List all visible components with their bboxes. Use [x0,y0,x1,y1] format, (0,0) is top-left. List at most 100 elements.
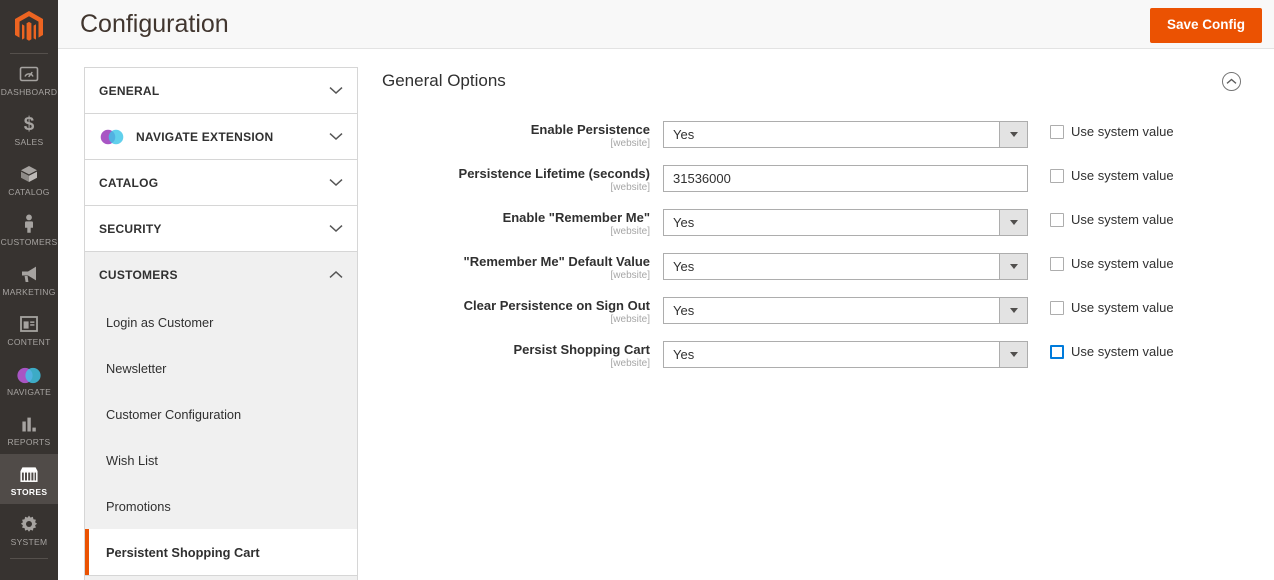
field-label: Persist Shopping Cart [website] [382,341,663,370]
sidebar-item-extensions[interactable] [0,563,58,580]
select-value: Yes [673,215,695,230]
page-title: Configuration [80,9,229,38]
sidebar-item-reports[interactable]: REPORTS [0,404,58,454]
field-control: Yes [663,209,1028,236]
field-row-remember-me-default-value: "Remember Me" Default Value [website] Ye… [382,253,1262,281]
use-system-value-persist-shopping-cart[interactable]: Use system value [1050,341,1174,359]
config-section-security: SECURITY [85,206,357,252]
navigate-extension-icon [99,129,125,145]
use-system-value-enable-persistence[interactable]: Use system value [1050,121,1174,139]
sidebar-item-label: SALES [14,137,44,147]
use-system-value-checkbox[interactable] [1050,300,1064,315]
field-control: Yes [663,253,1028,280]
select-value: Yes [673,259,695,274]
sidebar-item-marketing[interactable]: MARKETING [0,254,58,304]
field-row-enable-remember-me: Enable "Remember Me" [website] Yes Use s… [382,209,1262,237]
use-system-value-persistence-lifetime[interactable]: Use system value [1050,165,1174,183]
marketing-icon [19,263,40,284]
config-submenu: Login as Customer Newsletter Customer Co… [85,297,357,575]
submenu-item-login-as-customer[interactable]: Login as Customer [85,299,357,345]
config-section-header[interactable]: CATALOG [85,160,357,205]
page-body: GENERAL NAVIGATE EXTENSION CATALOG SECUR… [58,49,1274,580]
use-system-value-checkbox[interactable] [1050,256,1064,271]
sidebar-item-customers[interactable]: CUSTOMERS [0,204,58,254]
use-system-value-label: Use system value [1071,300,1174,315]
field-scope: [website] [610,358,650,369]
sidebar-item-system[interactable]: SYSTEM [0,504,58,554]
config-section-navigate-extension: NAVIGATE EXTENSION [85,114,357,160]
magento-logo[interactable] [0,0,58,54]
field-label: Enable "Remember Me" [website] [382,209,663,238]
submenu-item-customer-configuration[interactable]: Customer Configuration [85,391,357,437]
sidebar-divider [10,558,48,559]
sidebar-item-label: NAVIGATE [6,387,52,397]
main-area: Configuration Save Config GENERAL NAVIGA… [58,0,1274,580]
catalog-icon [19,163,39,184]
sidebar-item-navigate[interactable]: NAVIGATE [0,354,58,404]
persistence-lifetime-input[interactable] [663,165,1028,192]
use-system-value-enable-remember-me[interactable]: Use system value [1050,209,1174,227]
config-section-title: CUSTOMERS [99,267,178,282]
sidebar-item-dashboard[interactable]: DASHBOARD [0,54,58,104]
sidebar-item-label: CONTENT [7,337,51,347]
page-header: Configuration Save Config [58,0,1274,49]
config-section-header[interactable]: CUSTOMERS [85,252,357,297]
field-scope: [website] [610,226,650,237]
submenu-item-newsletter[interactable]: Newsletter [85,345,357,391]
chevron-down-icon [329,178,343,187]
config-section-title: NAVIGATE EXTENSION [136,129,274,144]
sidebar-item-label: DASHBOARD [0,87,58,97]
collapse-section-button[interactable] [1222,72,1241,91]
config-section-header[interactable]: GENERAL [85,68,357,113]
clear-persistence-on-sign-out-select[interactable]: Yes [663,297,1028,324]
use-system-value-checkbox[interactable] [1050,344,1064,359]
field-label-text: "Remember Me" Default Value [463,254,650,269]
field-scope: [website] [610,314,650,325]
admin-sidebar: DASHBOARD $ SALES CATALOG CUSTOMERS MARK… [0,0,58,580]
field-label-text: Enable Persistence [530,122,650,137]
enable-remember-me-select[interactable]: Yes [663,209,1028,236]
config-section-header[interactable]: SECURITY [85,206,357,251]
use-system-value-checkbox[interactable] [1050,168,1064,183]
chevron-up-icon [1226,78,1237,85]
use-system-value-label: Use system value [1071,344,1174,359]
admin-page: DASHBOARD $ SALES CATALOG CUSTOMERS MARK… [0,0,1274,580]
field-control: Yes [663,297,1028,324]
chevron-down-icon [999,298,1027,323]
config-accordion: GENERAL NAVIGATE EXTENSION CATALOG SECUR… [84,67,358,580]
config-section-header[interactable]: NAVIGATE EXTENSION [85,114,357,159]
sidebar-item-content[interactable]: CONTENT [0,304,58,354]
sidebar-item-catalog[interactable]: CATALOG [0,154,58,204]
use-system-value-remember-me-default-value[interactable]: Use system value [1050,253,1174,271]
customers-icon [19,213,39,234]
field-label-text: Persistence Lifetime (seconds) [458,166,650,181]
persist-shopping-cart-select[interactable]: Yes [663,341,1028,368]
sidebar-item-sales[interactable]: $ SALES [0,104,58,154]
use-system-value-clear-persistence-on-sign-out[interactable]: Use system value [1050,297,1174,315]
select-value: Yes [673,127,695,142]
submenu-item-persistent-shopping-cart[interactable]: Persistent Shopping Cart [85,529,357,575]
use-system-value-label: Use system value [1071,168,1174,183]
field-row-persist-shopping-cart: Persist Shopping Cart [website] Yes Use … [382,341,1262,369]
dashboard-icon [19,63,39,84]
sidebar-item-label: STORES [10,487,48,497]
field-row-enable-persistence: Enable Persistence [website] Yes Use sys… [382,121,1262,149]
config-nav-column: GENERAL NAVIGATE EXTENSION CATALOG SECUR… [58,49,360,580]
config-section-general: GENERAL [85,68,357,114]
use-system-value-checkbox[interactable] [1050,212,1064,227]
field-label-text: Enable "Remember Me" [502,210,650,225]
config-section-next-collapsed[interactable] [85,576,357,580]
use-system-value-checkbox[interactable] [1050,124,1064,139]
section-header: General Options [382,71,1262,91]
field-label: "Remember Me" Default Value [website] [382,253,663,282]
save-config-button[interactable]: Save Config [1149,8,1262,43]
submenu-item-wish-list[interactable]: Wish List [85,437,357,483]
sidebar-item-stores[interactable]: STORES [0,454,58,504]
enable-persistence-select[interactable]: Yes [663,121,1028,148]
navigate-icon [16,363,42,384]
content-icon [19,313,39,334]
field-label: Clear Persistence on Sign Out [website] [382,297,663,326]
submenu-item-promotions[interactable]: Promotions [85,483,357,529]
remember-me-default-value-select[interactable]: Yes [663,253,1028,280]
field-row-clear-persistence-on-sign-out: Clear Persistence on Sign Out [website] … [382,297,1262,325]
